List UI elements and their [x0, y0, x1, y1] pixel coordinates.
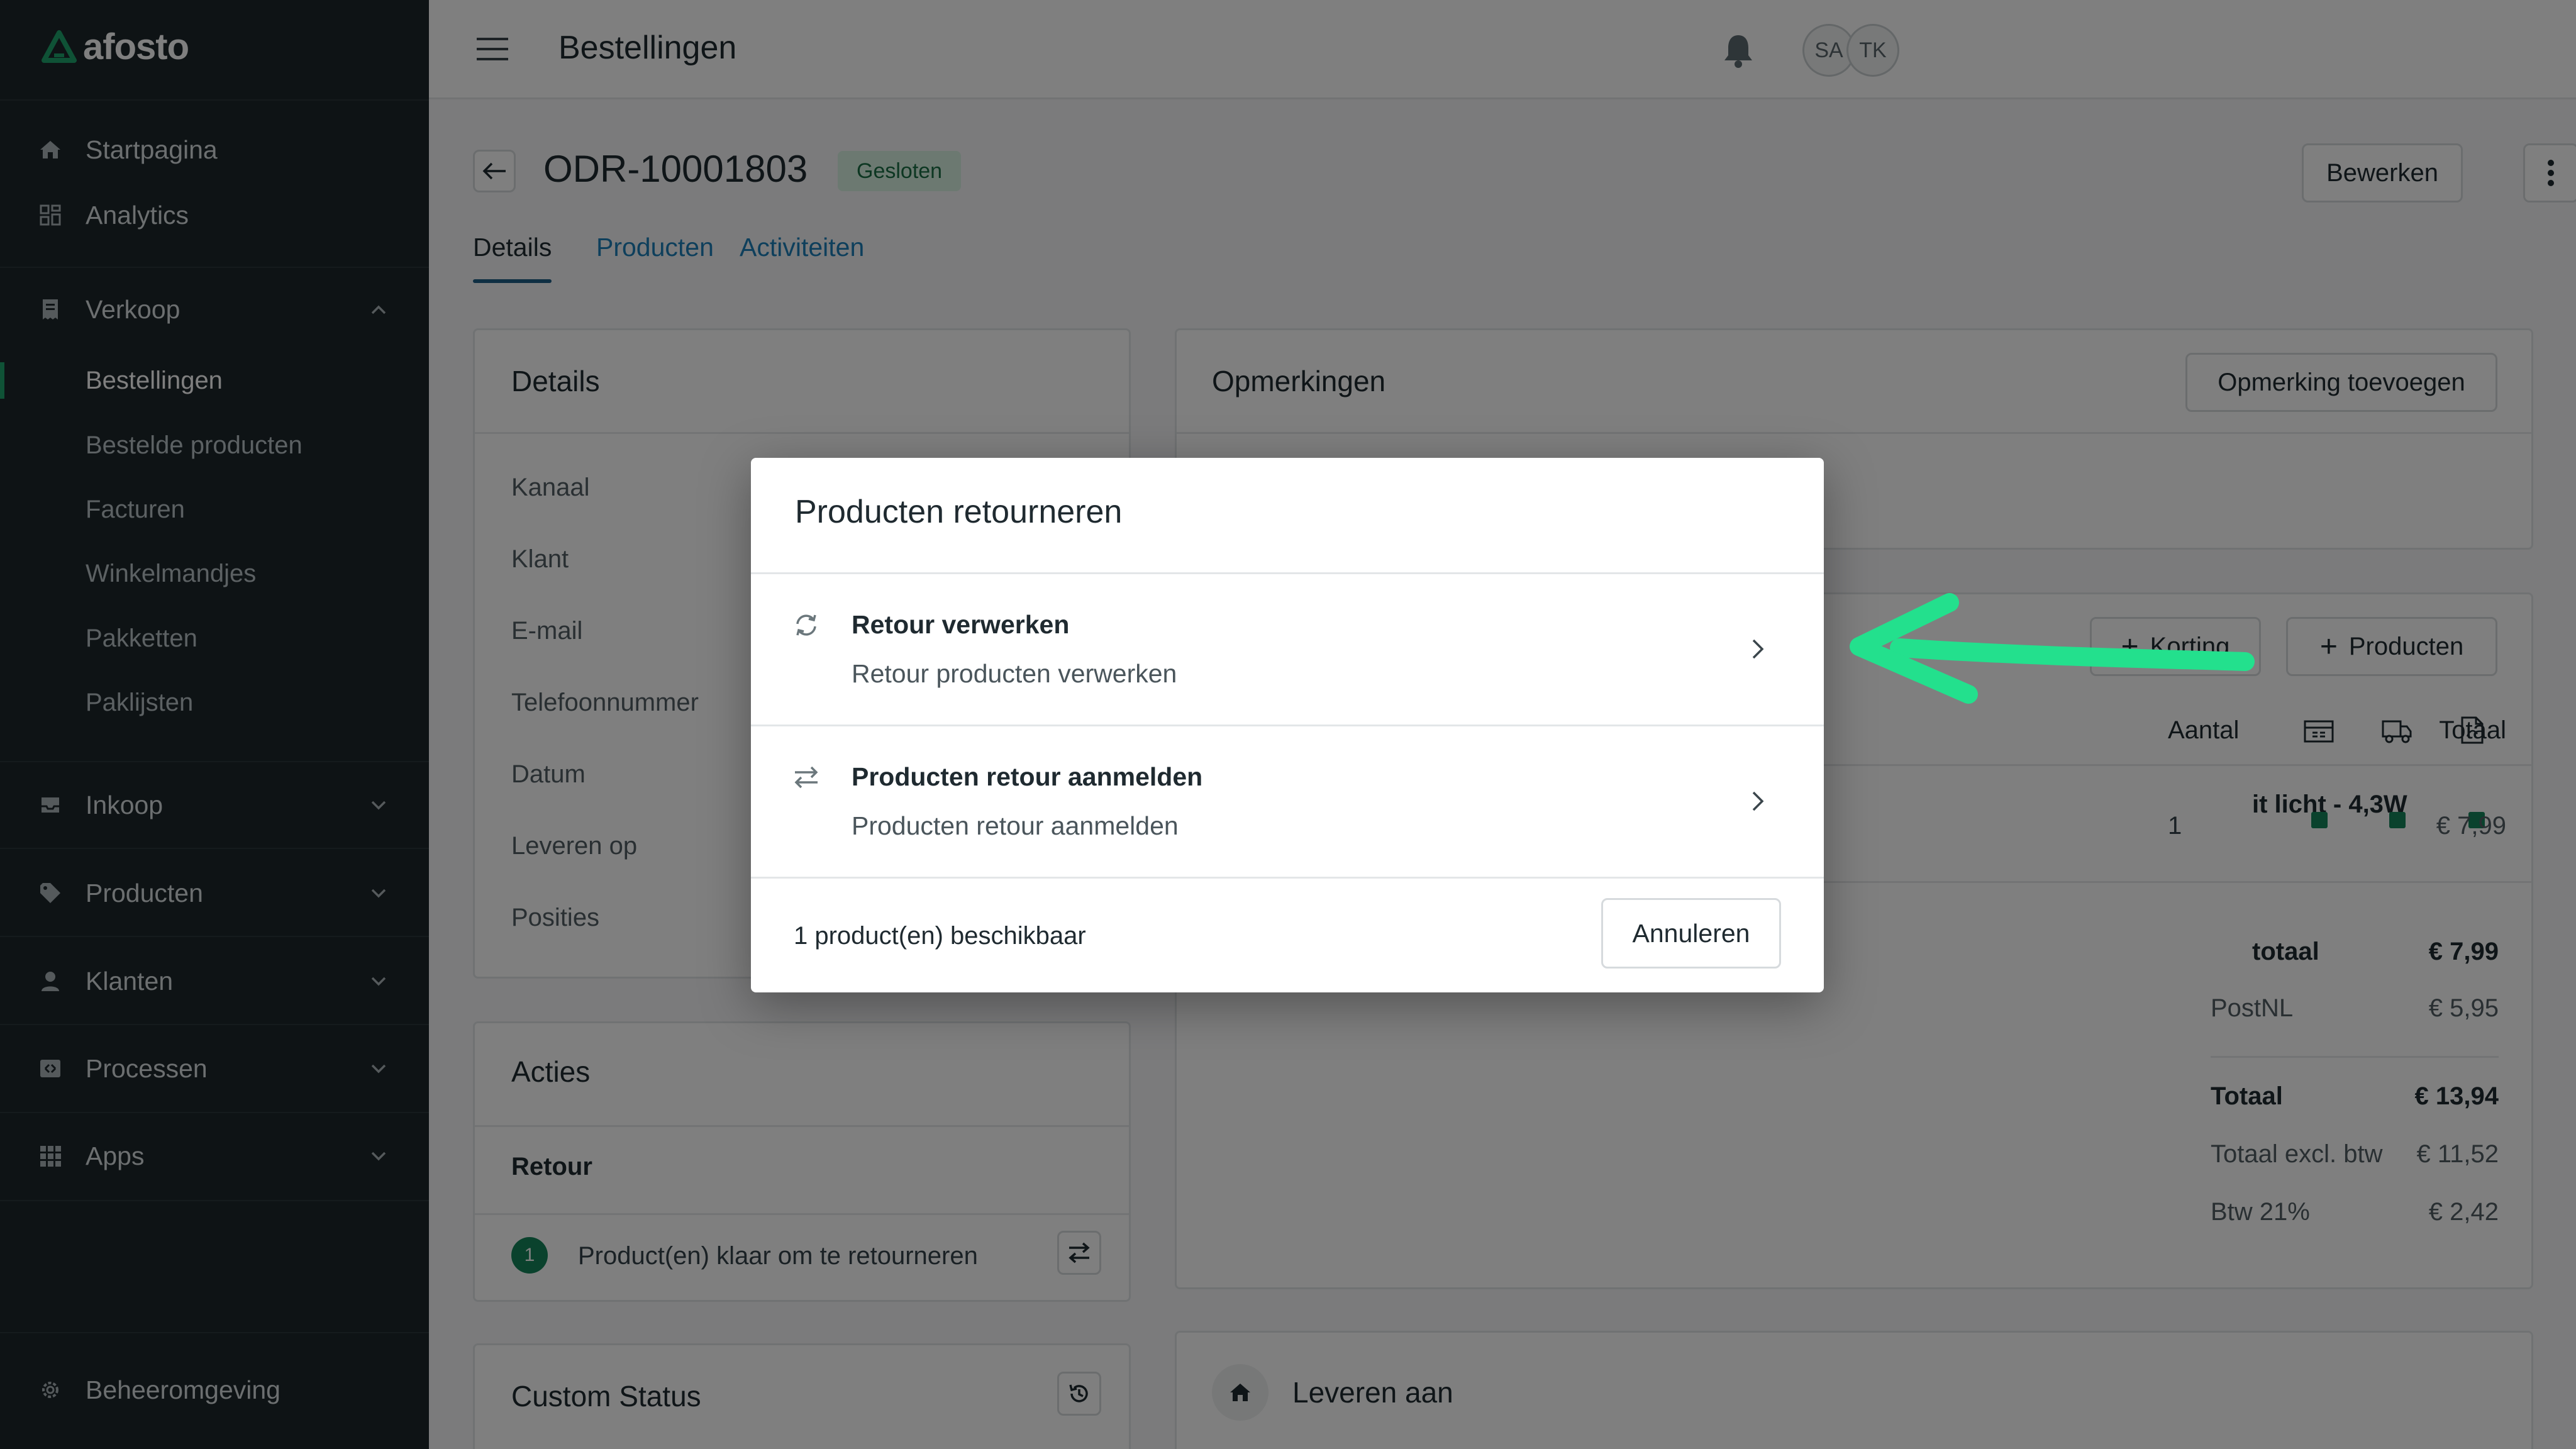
return-products-modal: Producten retourneren Retour verwerken R… — [751, 458, 1824, 992]
modal-title: Producten retourneren — [795, 494, 1123, 530]
option-producten-retour-aanmelden[interactable]: Producten retour aanmelden Producten ret… — [751, 726, 1824, 877]
chevron-right-icon — [1752, 639, 1764, 659]
refresh-icon — [796, 614, 816, 636]
option-description: Producten retour aanmelden — [852, 811, 1179, 840]
available-count-text: 1 product(en) beschikbaar — [794, 922, 1086, 950]
modal-divider — [751, 877, 1824, 879]
swap-icon — [794, 766, 818, 789]
annotation-arrow-icon — [1850, 593, 2255, 704]
option-description: Retour producten verwerken — [852, 659, 1177, 688]
option-retour-verwerken[interactable]: Retour verwerken Retour producten verwer… — [751, 574, 1824, 724]
option-title: Retour verwerken — [852, 610, 1070, 639]
option-title: Producten retour aanmelden — [852, 762, 1203, 791]
cancel-button[interactable]: Annuleren — [1601, 898, 1781, 969]
chevron-right-icon — [1752, 791, 1764, 811]
